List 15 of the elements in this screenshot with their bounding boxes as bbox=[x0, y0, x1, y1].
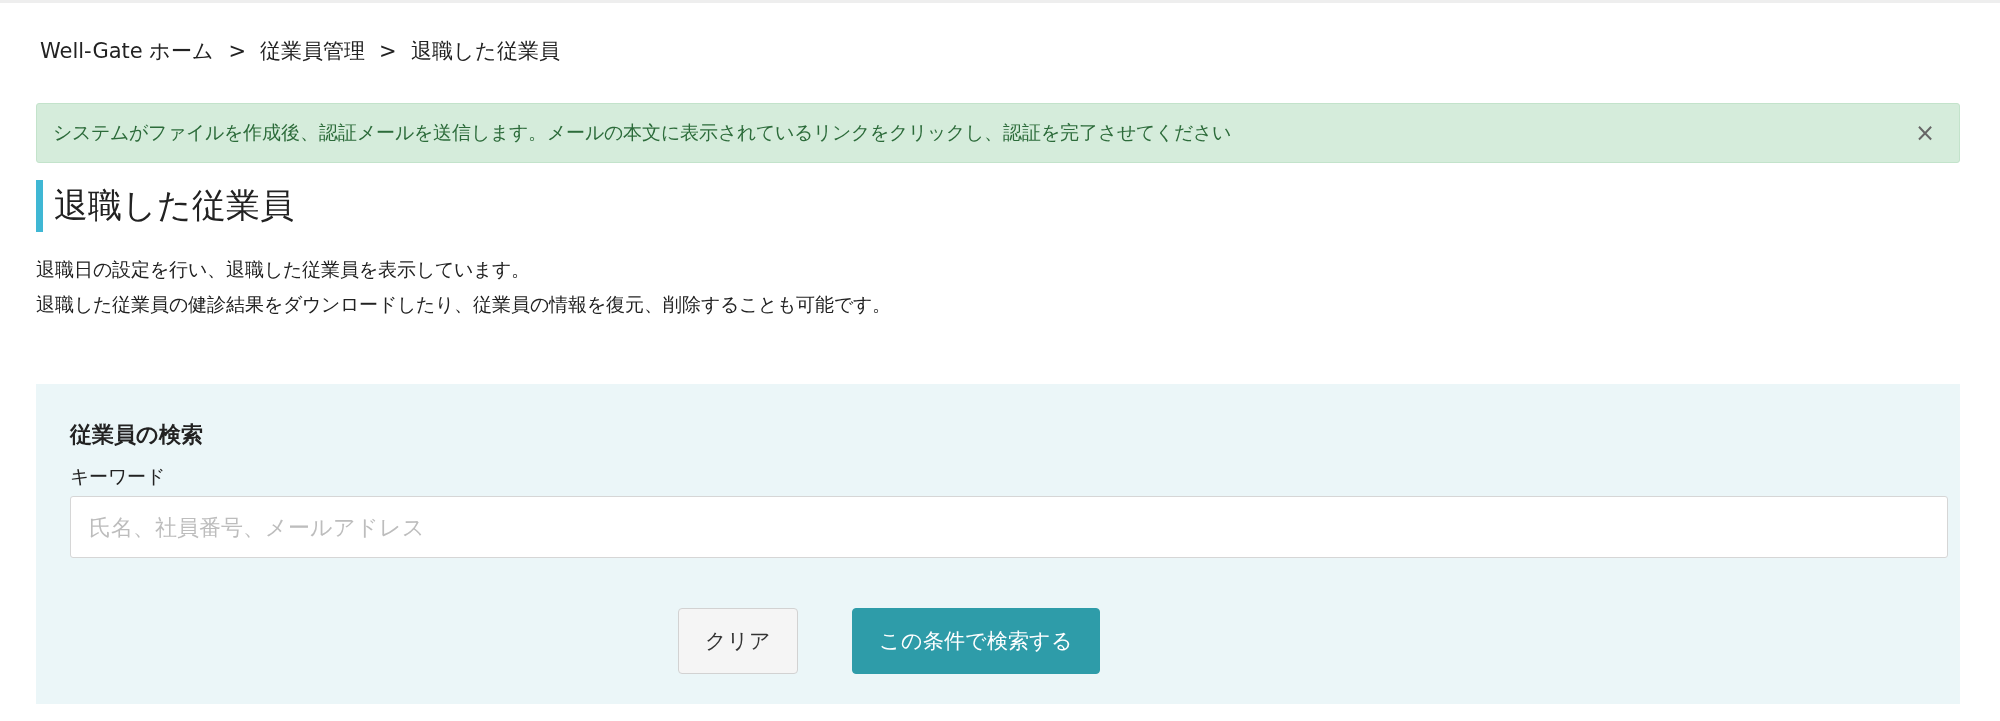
breadcrumb-separator: > bbox=[228, 39, 247, 63]
close-button[interactable]: × bbox=[1910, 119, 1939, 147]
field-label: キーワード bbox=[70, 464, 166, 489]
panel-heading: 従業員の検索 bbox=[70, 421, 204, 449]
description-text: 退職した従業員の健診結果をダウンロードしたり、従業員の情報を復元、削除することも可能です。 bbox=[36, 292, 892, 317]
breadcrumb-link[interactable]: Well-Gate ホーム bbox=[40, 37, 215, 65]
breadcrumb-link[interactable]: 従業員管理 bbox=[260, 37, 366, 65]
title-accent-bar bbox=[36, 180, 43, 232]
page-title: 退職した従業員 bbox=[54, 184, 294, 227]
clear-button[interactable]: クリア bbox=[678, 608, 798, 674]
breadcrumb-current: 退職した従業員 bbox=[410, 38, 560, 65]
search-field[interactable]: 氏名、社員番号、メールアドレス bbox=[70, 496, 1948, 558]
alert-message: システムがファイルを作成後、認証メールを送信します。メールの本文に表示されているリンクをクリックし、認証を完了させてください bbox=[53, 120, 1231, 145]
description-text: 退職日の設定を行い、退職した従業員を表示しています。 bbox=[36, 257, 531, 282]
breadcrumb-separator: > bbox=[379, 39, 397, 63]
